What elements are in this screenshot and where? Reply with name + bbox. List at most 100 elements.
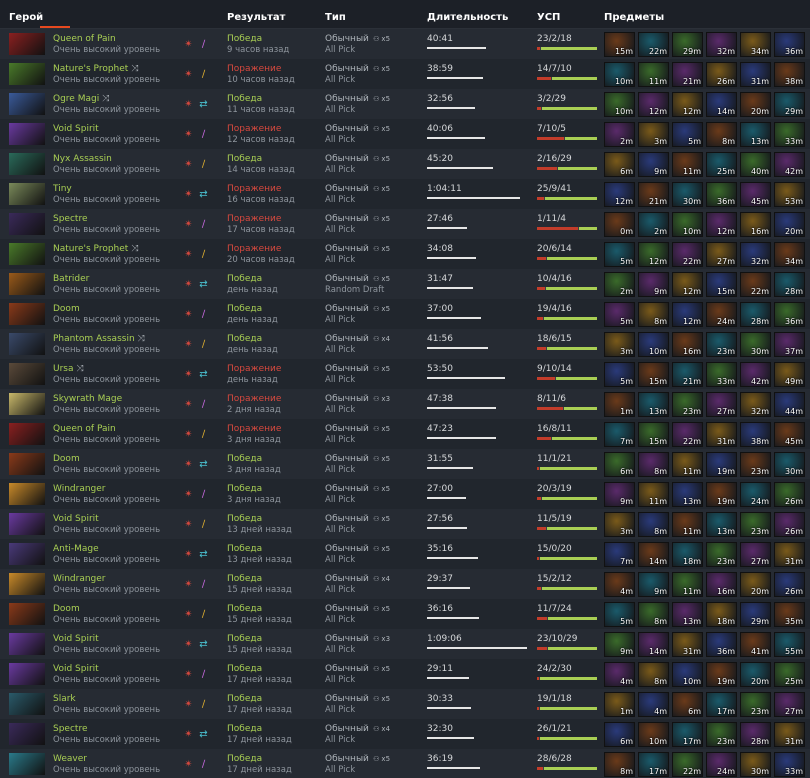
hero-portrait[interactable] [9,243,45,265]
hero-name[interactable]: Slark [53,694,76,704]
item-icon[interactable]: 20m [740,662,771,687]
item-icon[interactable]: 30m [740,752,771,777]
match-result[interactable]: Поражение [227,184,281,194]
hero-portrait[interactable] [9,513,45,535]
item-icon[interactable]: 28m [774,272,805,297]
hero-portrait[interactable] [9,123,45,145]
item-icon[interactable]: 13m [740,122,771,147]
match-result[interactable]: Поражение [227,394,281,404]
item-icon[interactable]: 31m [774,722,805,747]
item-icon[interactable]: 10m [638,332,669,357]
item-icon[interactable]: 33m [774,752,805,777]
item-icon[interactable]: 4m [604,662,635,687]
hero-portrait[interactable] [9,363,45,385]
item-icon[interactable]: 2m [638,212,669,237]
item-icon[interactable]: 26m [774,512,805,537]
item-icon[interactable]: 30m [672,182,703,207]
header-type[interactable]: Тип [325,12,346,23]
table-row[interactable]: Spectre Очень высокий уровень ✴ ∕ Поражение 1… [0,209,810,240]
item-icon[interactable]: 8m [638,602,669,627]
match-result[interactable]: Победа [227,604,262,614]
item-icon[interactable]: 49m [774,362,805,387]
item-icon[interactable]: 14m [706,92,737,117]
item-icon[interactable]: 13m [672,602,703,627]
item-icon[interactable]: 28m [740,722,771,747]
match-result[interactable]: Победа [227,724,262,734]
hero-portrait[interactable] [9,603,45,625]
match-result[interactable]: Победа [227,754,262,764]
item-icon[interactable]: 1m [604,392,635,417]
table-row[interactable]: Void Spirit Очень высокий уровень ✴ ∕ Победа… [0,509,810,540]
match-result[interactable]: Поражение [227,124,281,134]
table-row[interactable]: Queen of Pain Очень высокий уровень ✴ ∕ Пора… [0,419,810,450]
item-icon[interactable]: 12m [638,242,669,267]
table-row[interactable]: Nyx Assassin Очень высокий уровень ✴ ∕ Побед… [0,149,810,180]
item-icon[interactable]: 31m [706,422,737,447]
header-duration[interactable]: Длительность [427,12,508,23]
item-icon[interactable]: 45m [740,182,771,207]
hero-portrait[interactable] [9,333,45,355]
match-result[interactable]: Поражение [227,424,281,434]
hero-portrait[interactable] [9,303,45,325]
table-row[interactable]: Ursa ⤨ Очень высокий уровень ✴ ⇄ Поражение ден… [0,359,810,390]
item-icon[interactable]: 12m [672,92,703,117]
item-icon[interactable]: 30m [740,332,771,357]
hero-name[interactable]: Void Spirit [53,514,99,524]
match-result[interactable]: Победа [227,304,262,314]
item-icon[interactable]: 16m [672,332,703,357]
hero-portrait[interactable] [9,273,45,295]
item-icon[interactable]: 23m [740,692,771,717]
item-icon[interactable]: 3m [604,512,635,537]
item-icon[interactable]: 22m [740,272,771,297]
hero-portrait[interactable] [9,453,45,475]
item-icon[interactable]: 13m [672,482,703,507]
hero-portrait[interactable] [9,723,45,745]
item-icon[interactable]: 24m [740,482,771,507]
match-result[interactable]: Поражение [227,214,281,224]
item-icon[interactable]: 12m [672,302,703,327]
hero-name[interactable]: Void Spirit [53,124,99,134]
item-icon[interactable]: 2m [604,122,635,147]
item-icon[interactable]: 31m [774,542,805,567]
item-icon[interactable]: 34m [740,32,771,57]
item-icon[interactable]: 3m [638,122,669,147]
hero-portrait[interactable] [9,423,45,445]
item-icon[interactable]: 27m [706,392,737,417]
item-icon[interactable]: 22m [638,32,669,57]
hero-name[interactable]: Ogre Magi ⤨ [53,94,109,104]
item-icon[interactable]: 38m [740,422,771,447]
table-row[interactable]: Void Spirit Очень высокий уровень ✴ ∕ Пораже… [0,119,810,150]
hero-portrait[interactable] [9,663,45,685]
item-icon[interactable]: 3m [604,332,635,357]
item-icon[interactable]: 12m [706,212,737,237]
item-icon[interactable]: 53m [774,182,805,207]
match-result[interactable]: Победа [227,154,262,164]
item-icon[interactable]: 17m [672,722,703,747]
hero-portrait[interactable] [9,573,45,595]
match-result[interactable]: Поражение [227,244,281,254]
item-icon[interactable]: 55m [774,632,805,657]
hero-portrait[interactable] [9,63,45,85]
item-icon[interactable]: 11m [638,482,669,507]
hero-portrait[interactable] [9,483,45,505]
table-row[interactable]: Void Spirit Очень высокий уровень ✴ ∕ Победа… [0,659,810,690]
item-icon[interactable]: 21m [672,362,703,387]
item-icon[interactable]: 19m [706,662,737,687]
table-row[interactable]: Weaver Очень высокий уровень ✴ ∕ Победа 17 дн… [0,749,810,778]
hero-portrait[interactable] [9,393,45,415]
table-row[interactable]: Batrider Очень высокий уровень ✴ ⇄ Победа ден… [0,269,810,300]
item-icon[interactable]: 42m [740,362,771,387]
item-icon[interactable]: 12m [604,182,635,207]
item-icon[interactable]: 26m [706,62,737,87]
hero-name[interactable]: Spectre [53,214,87,224]
hero-name[interactable]: Anti-Mage [53,544,99,554]
item-icon[interactable]: 20m [740,92,771,117]
item-icon[interactable]: 11m [638,62,669,87]
table-row[interactable]: Tiny Очень высокий уровень ✴ ⇄ Поражение 16 ч… [0,179,810,210]
match-result[interactable]: Победа [227,544,262,554]
item-icon[interactable]: 10m [672,662,703,687]
match-result[interactable]: Поражение [227,64,281,74]
match-result[interactable]: Победа [227,664,262,674]
item-icon[interactable]: 24m [706,752,737,777]
hero-portrait[interactable] [9,633,45,655]
